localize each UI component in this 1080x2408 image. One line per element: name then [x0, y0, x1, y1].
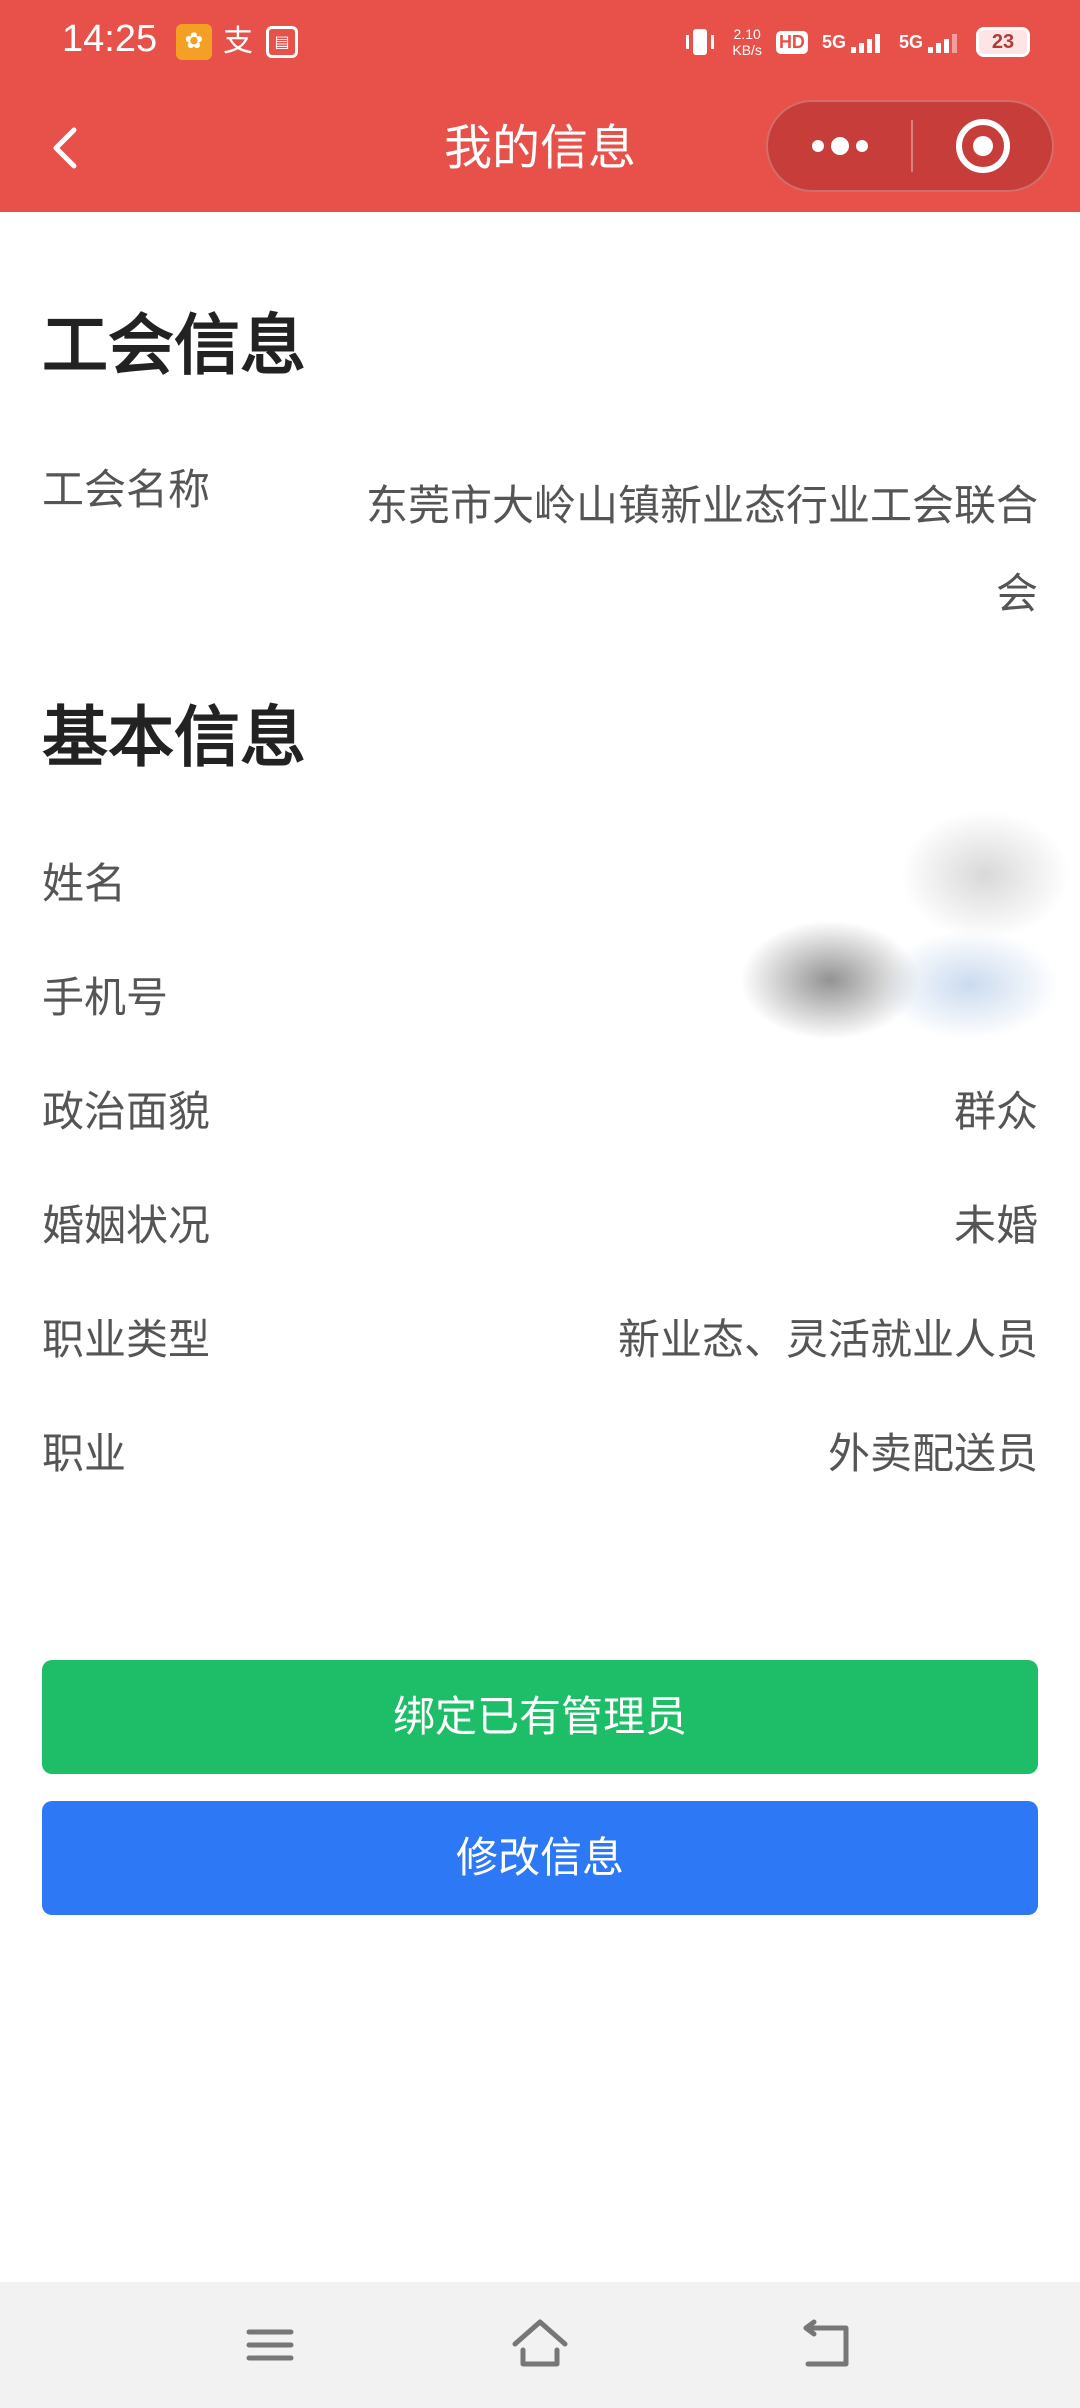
miniprogram-capsule	[766, 100, 1054, 192]
signal-icon	[850, 34, 880, 53]
wallet-icon: ▤	[266, 26, 298, 58]
occupation-type-label: 职业类型	[42, 1315, 211, 1364]
vibrate-icon	[686, 29, 715, 55]
net-speed-unit: KB/s	[732, 42, 762, 58]
app-header: 14:25 ✿ 支 ▤ 2.10 KB/s HD 5G 5G 23 我的信息	[0, 0, 1080, 212]
sim1-signal: 5G	[822, 31, 885, 53]
political-status-label: 政治面貌	[42, 1087, 211, 1136]
battery-icon: 23	[976, 27, 1030, 57]
more-icon[interactable]	[768, 102, 911, 190]
app-notification-icon: ✿	[176, 24, 212, 60]
occupation-type-value: 新业态、灵活就业人员	[617, 1315, 1038, 1364]
phone-label: 手机号	[42, 973, 169, 1022]
union-name-value: 东莞市大岭山镇新业态行业工会联合会	[365, 481, 1038, 618]
marital-status-value: 未婚	[953, 1201, 1038, 1250]
close-miniprogram-icon[interactable]	[913, 102, 1052, 190]
union-name-label: 工会名称	[42, 465, 211, 514]
name-label: 姓名	[42, 859, 127, 908]
sim2-label: 5G	[898, 32, 923, 52]
net-speed-value: 2.10	[733, 26, 761, 42]
bind-admin-button[interactable]: 绑定已有管理员	[42, 1660, 1038, 1774]
menu-icon[interactable]	[235, 2310, 305, 2380]
hd-icon: HD	[775, 30, 808, 54]
status-time: 14:25	[62, 18, 158, 60]
sim1-label: 5G	[821, 32, 846, 52]
back-nav-icon[interactable]	[790, 2310, 860, 2380]
occupation-label: 职业	[42, 1429, 127, 1478]
marital-status-label: 婚姻状况	[42, 1201, 211, 1250]
basic-section-title: 基本信息	[42, 699, 306, 776]
political-status-value: 群众	[953, 1087, 1038, 1136]
system-navigation-bar	[0, 2282, 1080, 2408]
status-bar: 14:25 ✿ 支 ▤ 2.10 KB/s HD 5G 5G 23	[0, 0, 1080, 84]
redaction-mark	[880, 930, 1060, 1040]
net-speed: 2.10 KB/s	[732, 26, 762, 58]
navigation-bar: 我的信息	[0, 96, 1080, 200]
home-icon[interactable]	[505, 2310, 575, 2380]
occupation-value: 外卖配送员	[827, 1429, 1038, 1478]
alipay-icon: 支	[223, 24, 253, 59]
edit-info-button[interactable]: 修改信息	[42, 1801, 1038, 1915]
union-section-title: 工会信息	[42, 307, 306, 384]
sim2-signal: 5G	[899, 31, 962, 53]
signal-icon	[928, 34, 957, 53]
status-icons: 2.10 KB/s HD 5G 5G 23	[682, 20, 1030, 64]
redaction-mark	[900, 810, 1070, 940]
